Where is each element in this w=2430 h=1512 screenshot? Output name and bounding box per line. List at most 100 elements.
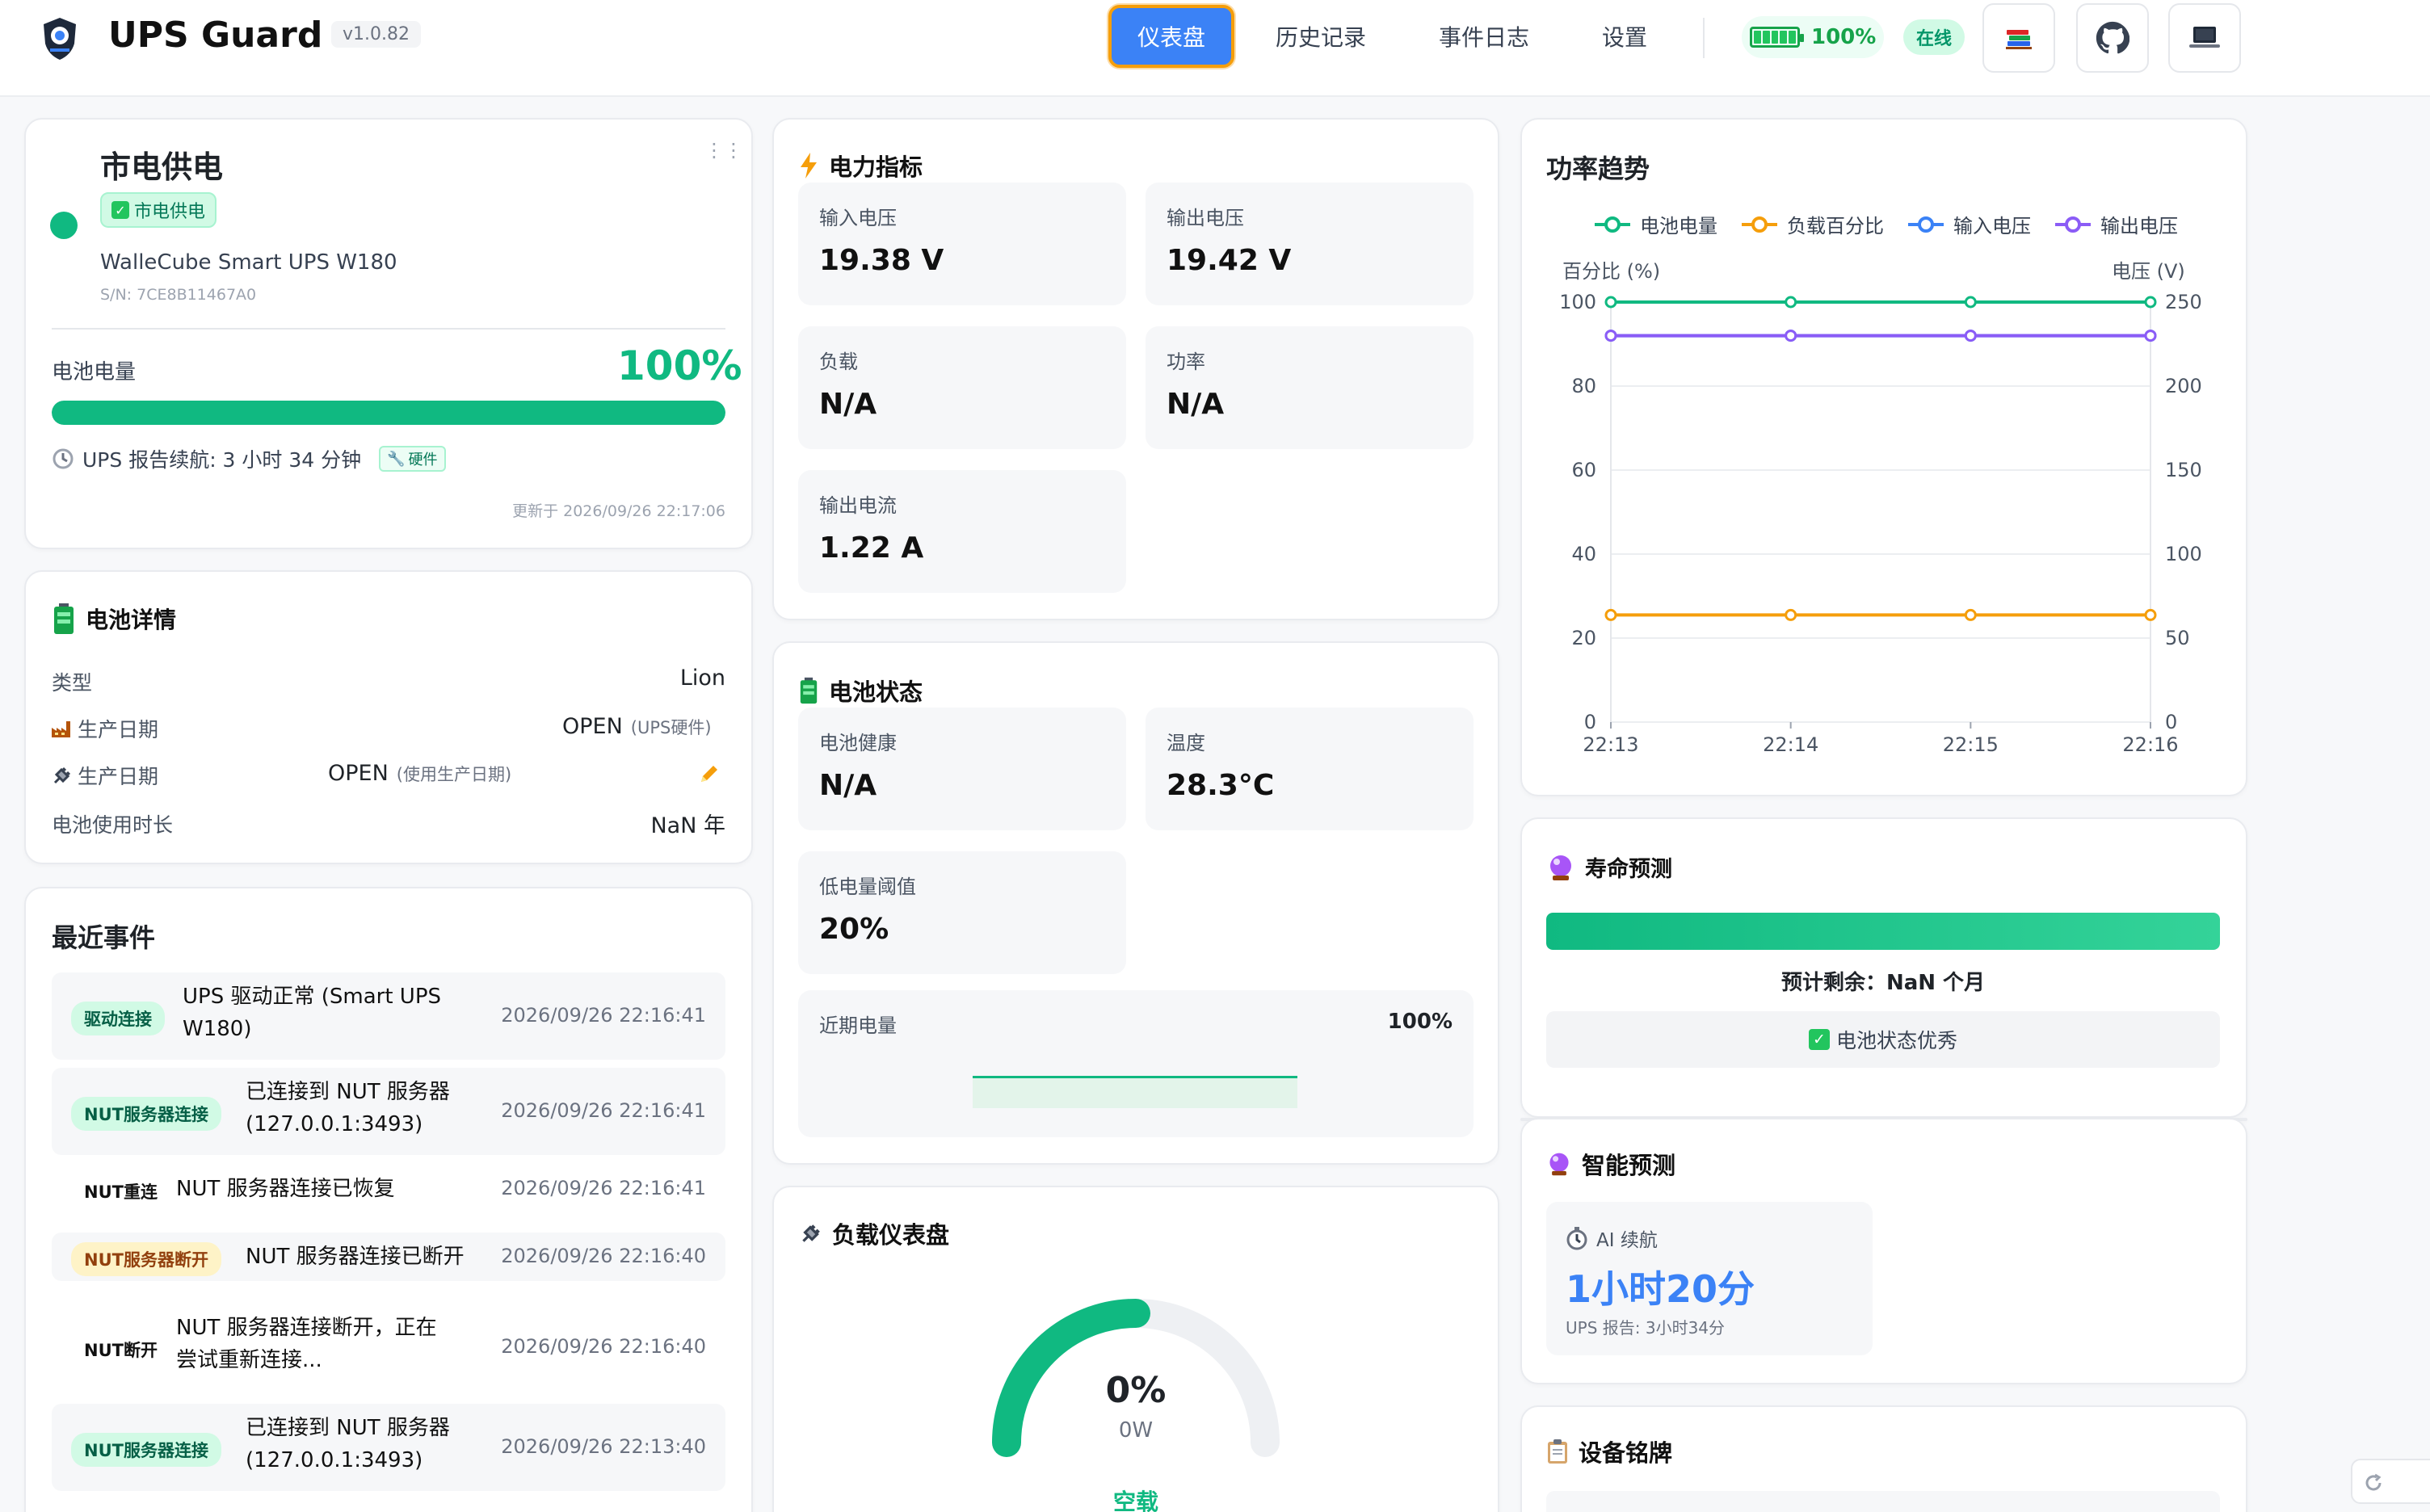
y-right-tick-label: 200 bbox=[2165, 375, 2202, 397]
event-type-badge: NUT服务器连接 bbox=[71, 1097, 221, 1131]
x-tick-label: 22:15 bbox=[1943, 733, 1999, 756]
lifespan-remaining: 预计剩余：NaN 个月 bbox=[1780, 971, 1986, 995]
event-row: NUT服务器连接 已连接到 NUT 服务器 (127.0.0.1:3493) 202… bbox=[52, 1068, 725, 1155]
x-tick-label: 22:13 bbox=[1583, 733, 1638, 756]
event-text: UPS 驱动正常 (Smart UPS W180) bbox=[183, 985, 442, 1041]
data-point bbox=[2144, 296, 2157, 309]
legend-label: 输出电压 bbox=[2100, 215, 2178, 237]
tile-label: 输出电压 bbox=[1167, 207, 1244, 229]
legend-item[interactable]: 输入电压 bbox=[1907, 210, 2031, 238]
manufacture-date-row: 生产日期 bbox=[50, 714, 158, 743]
legend-item[interactable]: 电池电量 bbox=[1593, 210, 1717, 238]
battery-type-label: 类型 bbox=[52, 671, 93, 695]
install-date-row: 生产日期 bbox=[50, 761, 158, 790]
y-right-tick-label: 150 bbox=[2165, 459, 2202, 481]
data-point bbox=[1964, 330, 1977, 342]
nameplate-first-row bbox=[1546, 1491, 2220, 1512]
legend-marker-icon bbox=[1742, 216, 1777, 233]
event-type-badge: NUT断开 bbox=[84, 1341, 158, 1360]
output-voltage-tile: 输出电压 19.42 V bbox=[1146, 183, 1474, 305]
event-type-badge: NUT服务器断开 bbox=[71, 1242, 221, 1276]
tile-value: N/A bbox=[819, 388, 877, 421]
ai-runtime-label: AI 续航 bbox=[1596, 1230, 1658, 1251]
tab-settings[interactable]: 设置 bbox=[1588, 5, 1661, 68]
data-point bbox=[1785, 296, 1797, 309]
tile-label: 功率 bbox=[1167, 351, 1205, 373]
legend-label: 输入电压 bbox=[1953, 215, 2031, 237]
data-point bbox=[2144, 608, 2157, 621]
tab-history[interactable]: 历史记录 bbox=[1260, 5, 1381, 68]
clipboard-icon bbox=[1548, 1439, 1567, 1464]
top-header: UPS Guard v1.0.82 仪表盘 历史记录 事件日志 设置 100% … bbox=[0, 0, 2430, 97]
recent-events-title: 最近事件 bbox=[52, 922, 156, 953]
header-battery-percent: 100% bbox=[1811, 25, 1877, 49]
tile-value: 19.38 V bbox=[819, 244, 944, 277]
event-row: NUT服务器断开 NUT 服务器连接已断开 2026/09/26 22:16:40 bbox=[52, 1233, 725, 1281]
ai-runtime-label-row: AI 续航 bbox=[1566, 1224, 1658, 1252]
tile-value: 19.42 V bbox=[1167, 244, 1292, 277]
theme-toggle-button[interactable] bbox=[2168, 3, 2241, 73]
event-text: NUT 服务器连接已断开 bbox=[246, 1245, 465, 1269]
battery-age-value: NaN 年 bbox=[650, 813, 725, 838]
manufacture-date-value: OPEN bbox=[562, 714, 623, 739]
runtime-text: UPS 报告续航: 3 小时 34 分钟 bbox=[82, 448, 362, 472]
app-title: UPS Guard bbox=[108, 15, 323, 56]
runtime-row: UPS 报告续航: 3 小时 34 分钟 🔧 硬件 bbox=[52, 444, 446, 473]
y-left-tick-label: 80 bbox=[1571, 375, 1596, 397]
hardware-tag: 🔧 硬件 bbox=[379, 446, 446, 472]
power-source-tag: ✓ 市电供电 bbox=[100, 192, 217, 228]
check-icon: ✓ bbox=[111, 201, 129, 219]
power-metrics-title: 电力指标 bbox=[829, 153, 923, 181]
x-tick-label: 22:16 bbox=[2122, 733, 2178, 756]
y-right-tick-label: 50 bbox=[2165, 627, 2190, 649]
battery-status-title: 电池状态 bbox=[829, 678, 923, 706]
event-timestamp: 2026/09/26 22:16:40 bbox=[501, 1335, 706, 1358]
install-date-value-row: OPEN (使用生产日期) bbox=[328, 761, 511, 786]
pencil-icon[interactable] bbox=[698, 762, 721, 785]
tab-dashboard[interactable]: 仪表盘 bbox=[1108, 5, 1234, 68]
lifespan-bar bbox=[1546, 913, 2220, 950]
ai-runtime-tile: AI 续航 1小时20分 UPS 报告: 3小时34分 bbox=[1546, 1202, 1873, 1355]
ups-report-runtime: UPS 报告: 3小时34分 bbox=[1566, 1318, 1726, 1338]
check-icon: ✓ bbox=[1808, 1029, 1830, 1050]
battery-details-header: 电池详情 bbox=[52, 603, 176, 635]
card-menu-icon[interactable]: ⋮⋮ bbox=[704, 139, 743, 162]
battery-type-value: Lion bbox=[679, 666, 725, 691]
ai-runtime-value: 1小时20分 bbox=[1566, 1267, 1755, 1311]
github-button[interactable] bbox=[2076, 3, 2149, 73]
event-row: NUT重连 NUT 服务器连接已恢复 2026/09/26 22:16:41 bbox=[52, 1165, 725, 1213]
tab-event-log[interactable]: 事件日志 bbox=[1423, 5, 1545, 68]
lifespan-header: 寿命预测 bbox=[1546, 851, 1672, 883]
event-text: NUT 服务器连接已恢复 bbox=[176, 1177, 395, 1201]
install-date-note: (使用生产日期) bbox=[396, 765, 512, 784]
data-point bbox=[1785, 608, 1797, 621]
battery-icon bbox=[1750, 27, 1804, 48]
power-trend-chart: 0 20 40 60 80 100 0 50 100 150 200 250 22:13 22:14 22:… bbox=[1559, 291, 2202, 756]
load-tile: 负载 N/A bbox=[798, 326, 1126, 449]
battery-details-title: 电池详情 bbox=[86, 607, 177, 633]
battery-level-bar-fill bbox=[52, 401, 725, 425]
tile-value: 20% bbox=[819, 913, 889, 946]
clock-icon bbox=[53, 448, 74, 469]
legend-item[interactable]: 输出电压 bbox=[2054, 210, 2178, 238]
temperature-tile: 温度 28.3°C bbox=[1146, 708, 1474, 830]
event-timestamp: 2026/09/26 22:16:41 bbox=[501, 1004, 706, 1027]
event-text: NUT 服务器连接断开，正在尝试重新连接... bbox=[176, 1316, 437, 1372]
recent-level-label: 近期电量 bbox=[819, 1014, 897, 1037]
recent-level-value: 100% bbox=[1387, 1010, 1453, 1034]
data-point bbox=[1604, 330, 1617, 342]
smart-prediction-header: 智能预测 bbox=[1546, 1147, 1675, 1181]
y-left-tick-label: 0 bbox=[1584, 711, 1596, 733]
legend-label: 负载百分比 bbox=[1787, 215, 1884, 237]
y-right-tick-label: 0 bbox=[2165, 711, 2177, 733]
chart-legend: 电池电量 负载百分比 输入电压 输出电压 bbox=[1593, 210, 2178, 238]
version-badge: v1.0.82 bbox=[331, 21, 421, 48]
online-status-badge: 在线 bbox=[1903, 19, 1965, 55]
floating-reset-button[interactable] bbox=[2351, 1459, 2430, 1504]
event-timestamp: 2026/09/26 22:13:40 bbox=[501, 1435, 706, 1458]
docs-button[interactable] bbox=[1982, 3, 2055, 73]
nav-divider bbox=[1703, 18, 1705, 58]
legend-item[interactable]: 负载百分比 bbox=[1740, 210, 1884, 238]
data-point bbox=[1785, 330, 1797, 342]
event-timestamp: 2026/09/26 22:16:40 bbox=[501, 1245, 706, 1267]
